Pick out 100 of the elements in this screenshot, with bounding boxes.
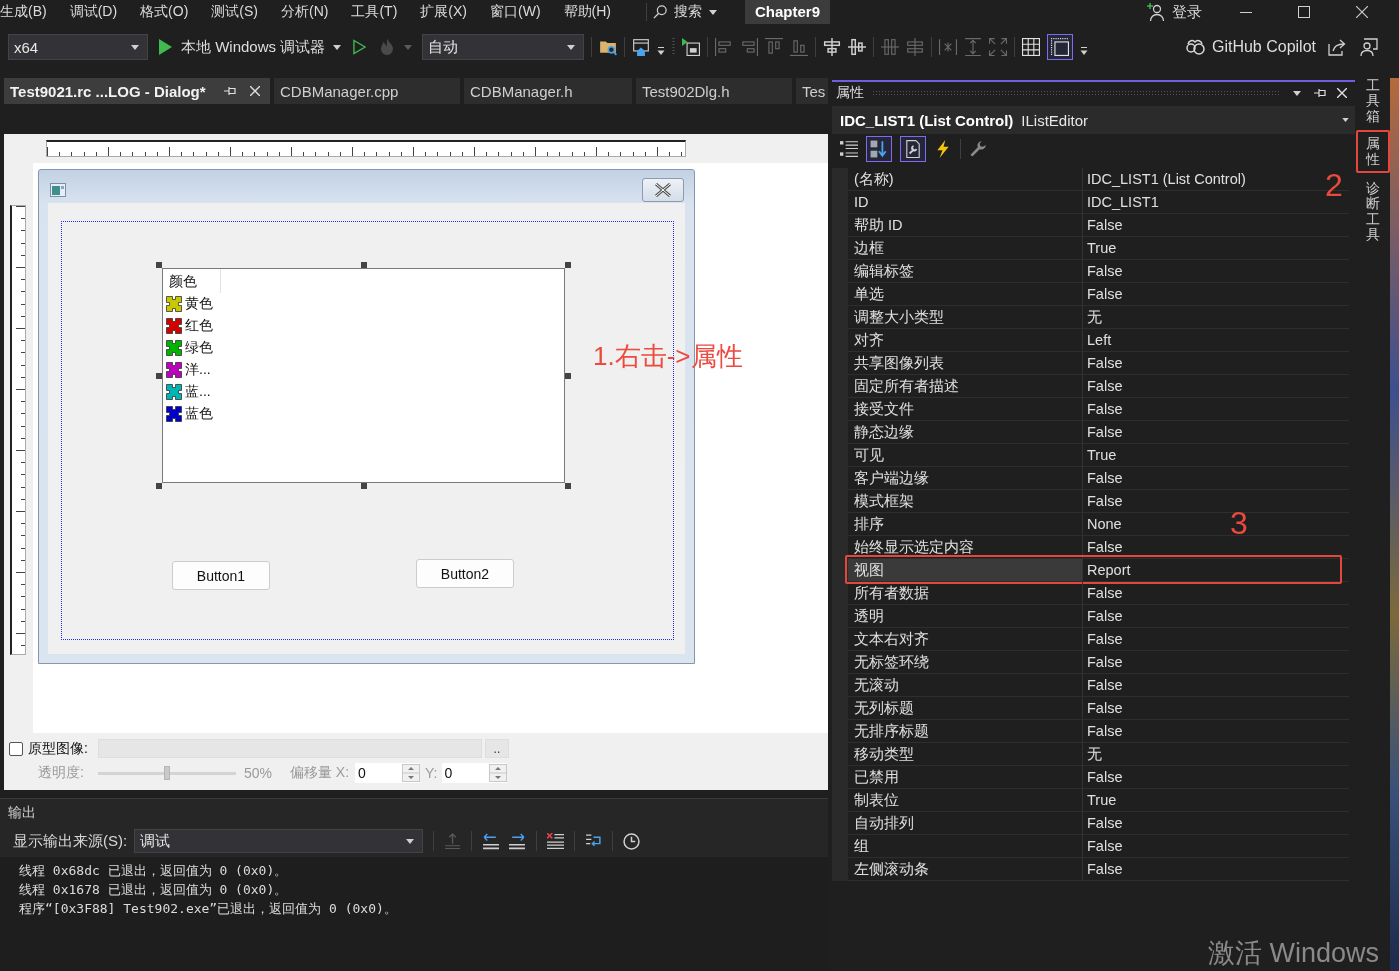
property-value[interactable]: 无 xyxy=(1083,306,1106,328)
clear-all-icon[interactable] xyxy=(547,832,565,850)
close-button[interactable] xyxy=(642,177,684,202)
configuration-dropdown[interactable]: 自动 xyxy=(422,34,585,60)
property-value[interactable]: True xyxy=(1083,444,1121,466)
object-selector[interactable]: IDC_LIST1 (List Control) IListEditor xyxy=(832,106,1355,134)
feedback-icon[interactable] xyxy=(1360,38,1378,56)
property-value[interactable]: False xyxy=(1083,490,1127,512)
menu-item[interactable]: 分析(N) xyxy=(281,3,329,21)
close-icon[interactable] xyxy=(250,86,260,96)
guides-icon[interactable] xyxy=(1047,34,1074,60)
property-name[interactable]: 组 xyxy=(848,835,1083,857)
property-name[interactable]: 移动类型 xyxy=(848,743,1083,765)
property-name[interactable]: 无列标题 xyxy=(848,697,1083,719)
property-value[interactable]: False xyxy=(1083,812,1127,834)
play-outline-icon[interactable] xyxy=(353,39,367,55)
property-name[interactable]: 编辑标签 xyxy=(848,260,1083,282)
property-value[interactable]: False xyxy=(1083,628,1127,650)
selection-handle-icon[interactable] xyxy=(360,483,367,489)
property-value[interactable]: False xyxy=(1083,260,1127,282)
slider-thumb[interactable] xyxy=(163,766,170,780)
dialog-button[interactable]: Button2 xyxy=(416,559,514,588)
property-name[interactable]: 调整大小类型 xyxy=(848,306,1083,328)
pin-icon[interactable] xyxy=(224,86,236,96)
browse-button[interactable]: .. xyxy=(484,739,509,758)
caret-icon[interactable] xyxy=(657,46,666,56)
property-value[interactable]: True xyxy=(1083,237,1121,259)
property-name[interactable]: 可见 xyxy=(848,444,1083,466)
side-tab[interactable]: 工具箱 xyxy=(1365,78,1380,125)
property-value[interactable]: False xyxy=(1083,352,1127,374)
property-value[interactable]: False xyxy=(1083,674,1127,696)
list-control[interactable]: 颜色 黄色 红色 绿色 洋... 蓝... 蓝色 xyxy=(162,268,565,483)
search-button[interactable]: 搜索 xyxy=(653,3,717,21)
property-name[interactable]: 模式框架 xyxy=(848,490,1083,512)
folder-search-icon[interactable] xyxy=(599,38,618,56)
window-home-icon[interactable] xyxy=(632,38,651,56)
property-value[interactable]: False xyxy=(1083,858,1127,880)
copilot-button[interactable]: GitHub Copilot xyxy=(1184,38,1316,56)
property-value[interactable]: IDC_LIST1 (List Control) xyxy=(1083,168,1250,190)
caret-icon[interactable] xyxy=(333,44,342,50)
minimize-icon[interactable] xyxy=(1240,11,1252,13)
center-horizontal-icon[interactable] xyxy=(848,38,867,56)
maximize-icon[interactable] xyxy=(1298,6,1310,18)
property-value[interactable]: Left xyxy=(1083,329,1116,351)
page-wrench-icon[interactable] xyxy=(900,136,926,162)
property-name[interactable]: 自动排列 xyxy=(848,812,1083,834)
close-icon[interactable] xyxy=(1356,6,1368,18)
property-name[interactable]: 左侧滚动条 xyxy=(848,858,1083,880)
menu-item[interactable]: 窗口(W) xyxy=(490,3,541,21)
pin-icon[interactable] xyxy=(1314,88,1326,98)
property-value[interactable]: False xyxy=(1083,766,1127,788)
property-value[interactable]: False xyxy=(1083,835,1127,857)
document-tab[interactable]: Tes xyxy=(796,78,828,104)
selection-handle-icon[interactable] xyxy=(565,483,571,489)
side-tab[interactable]: 诊断工具 xyxy=(1365,180,1380,243)
center-vertical-icon[interactable] xyxy=(823,38,842,56)
selection-handle-icon[interactable] xyxy=(565,372,571,379)
output-source-dropdown[interactable]: 调试 xyxy=(134,829,424,853)
property-value[interactable]: False xyxy=(1083,605,1127,627)
same-width-icon[interactable] xyxy=(939,38,958,56)
property-name[interactable]: 文本右对齐 xyxy=(848,628,1083,650)
property-name[interactable]: 无标签环绕 xyxy=(848,651,1083,673)
offset-y-field[interactable]: 0 xyxy=(441,763,507,783)
selection-handle-icon[interactable] xyxy=(156,262,162,268)
property-value[interactable]: False xyxy=(1083,720,1127,742)
property-name[interactable]: 排序 xyxy=(848,513,1083,535)
property-name[interactable]: ID xyxy=(848,191,1083,213)
selection-handle-icon[interactable] xyxy=(156,483,162,489)
property-value[interactable]: False xyxy=(1083,398,1127,420)
property-value[interactable]: IDC_LIST1 xyxy=(1083,191,1163,213)
property-value[interactable]: False xyxy=(1083,421,1127,443)
selection-handle-icon[interactable] xyxy=(565,262,571,268)
dialog-button[interactable]: Button1 xyxy=(172,561,270,590)
property-name[interactable]: 对齐 xyxy=(848,329,1083,351)
property-value[interactable]: False xyxy=(1083,536,1127,558)
document-tab[interactable]: Test902Dlg.h xyxy=(636,78,792,104)
property-name[interactable]: 边框 xyxy=(848,237,1083,259)
sort-icon[interactable] xyxy=(866,136,892,162)
property-name[interactable]: 无滚动 xyxy=(848,674,1083,696)
wrench-icon[interactable] xyxy=(969,140,987,158)
property-name[interactable]: (名称) xyxy=(848,168,1083,190)
property-name[interactable]: 客户端边缘 xyxy=(848,467,1083,489)
menu-item[interactable]: 生成(B) xyxy=(0,3,47,21)
grid-icon[interactable] xyxy=(1022,38,1041,56)
menu-item[interactable]: 帮助(H) xyxy=(563,3,611,21)
caret-icon[interactable] xyxy=(1080,46,1089,56)
property-name[interactable]: 帮助 ID xyxy=(848,214,1083,236)
start-debugger-button[interactable]: 本地 Windows 调试器 xyxy=(159,37,326,57)
next-arrow-icon[interactable] xyxy=(509,832,527,850)
clock-icon[interactable] xyxy=(623,832,641,850)
document-tab[interactable]: CDBManager.h xyxy=(464,78,632,104)
selection-handle-icon[interactable] xyxy=(156,372,162,379)
property-value[interactable]: None xyxy=(1083,513,1126,535)
menu-item[interactable]: 格式(O) xyxy=(140,3,189,21)
window-play-icon[interactable] xyxy=(682,38,701,56)
align-left-icon[interactable] xyxy=(715,38,734,56)
platform-dropdown[interactable]: x64 xyxy=(8,34,148,60)
previous-arrow-icon[interactable] xyxy=(482,832,500,850)
spin-arrows-icon[interactable] xyxy=(488,764,507,782)
property-value[interactable]: False xyxy=(1083,283,1127,305)
